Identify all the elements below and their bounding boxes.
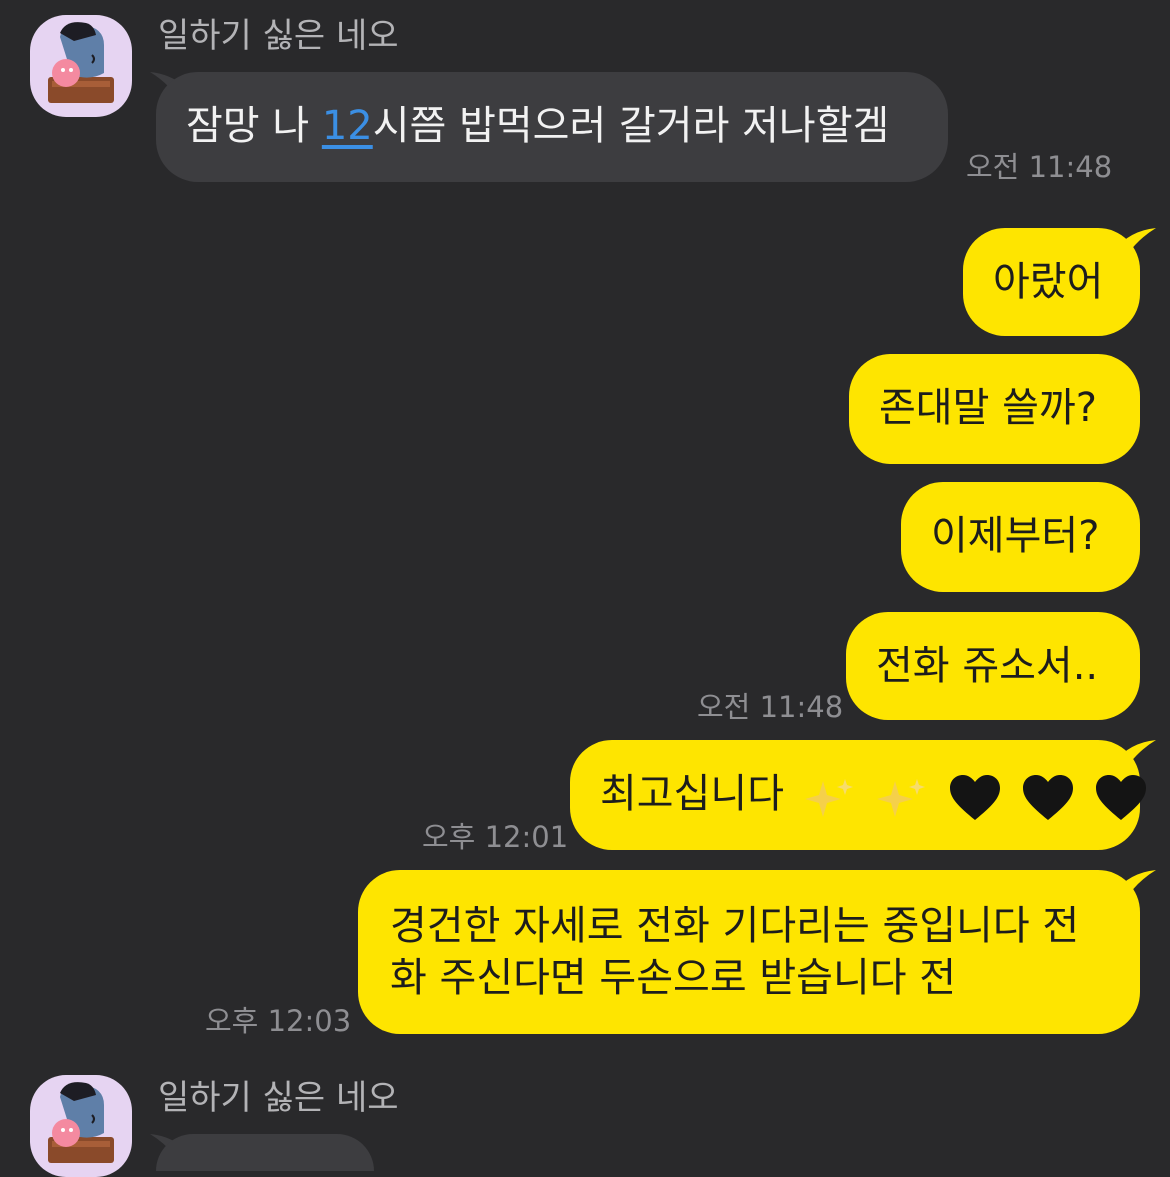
neo-character-avatar-icon	[48, 22, 114, 103]
message-time: 오후 12:03	[205, 1004, 352, 1038]
message-text: 아랐어	[993, 259, 1104, 305]
black-heart-emoji	[950, 775, 1001, 820]
message-text-line: 경건한 자세로 전화 기다리는 중입니다 전	[390, 903, 1080, 949]
message-text: 최고십니다	[600, 771, 784, 817]
emoji-group	[797, 770, 1148, 822]
sender-name: 일하기 싫은 네오	[158, 1078, 399, 1118]
message-text-line: 화 주신다면 두손으로 받습니다 전	[390, 955, 957, 1001]
black-heart-emoji	[1022, 775, 1073, 820]
sent-message-bubble[interactable]: 경건한 자세로 전화 기다리는 중입니다 전 화 주신다면 두손으로 받습니다 …	[358, 870, 1140, 1034]
sent-message-bubble[interactable]: 최고십니다	[570, 740, 1146, 850]
sent-message-bubble[interactable]: 전화 쥬소서..	[846, 612, 1140, 720]
sent-message-bubble[interactable]: 이제부터?	[901, 482, 1140, 592]
detected-number-link[interactable]: 12	[322, 103, 373, 149]
message-text: 시쯤 밥먹으러 갈거라 저나할겜	[372, 103, 890, 149]
sender-avatar[interactable]	[30, 15, 132, 117]
sparkles-emoji	[804, 779, 853, 817]
black-heart-emoji	[1095, 775, 1146, 820]
sent-message-bubble[interactable]: 존대말 쓸까?	[849, 354, 1140, 464]
message-time: 오전 11:48	[966, 150, 1113, 184]
received-message-bubble[interactable]: 잠망 나 12시쯤 밥먹으러 갈거라 저나할겜	[156, 72, 948, 182]
message-text: 잠망 나	[186, 103, 322, 149]
message-text: 전화 쥬소서..	[876, 643, 1099, 689]
message-text: 이제부터?	[931, 513, 1100, 559]
sparkles-emoji	[877, 779, 926, 817]
sent-message-bubble[interactable]: 아랐어	[963, 228, 1140, 336]
message-time: 오후 12:01	[422, 820, 569, 854]
message-time: 오전 11:48	[697, 690, 844, 724]
message-text: 존대말 쓸까?	[879, 385, 1097, 431]
sender-avatar[interactable]	[30, 1075, 132, 1177]
sender-name: 일하기 싫은 네오	[158, 16, 399, 56]
neo-character-avatar-icon	[48, 1082, 114, 1163]
received-message-bubble[interactable]	[156, 1134, 374, 1171]
